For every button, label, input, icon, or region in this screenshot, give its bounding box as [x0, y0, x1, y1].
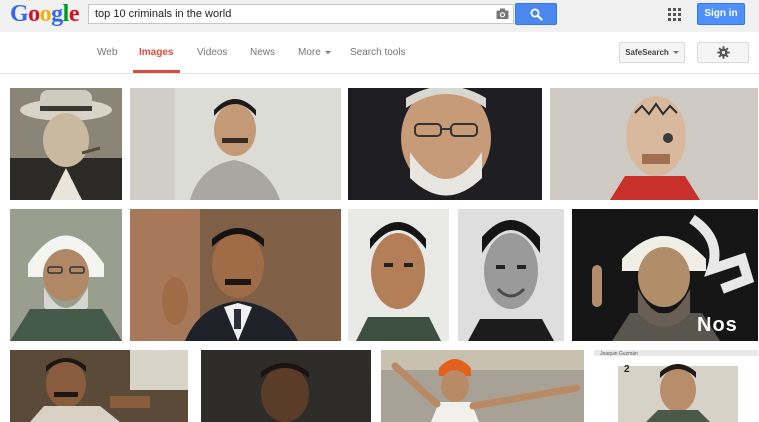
tab-web[interactable]: Web: [97, 47, 117, 58]
image-result[interactable]: [381, 350, 584, 422]
camera-icon[interactable]: [496, 8, 509, 20]
logo-letter: g: [51, 1, 63, 27]
image-result[interactable]: [10, 88, 122, 200]
logo-letter: o: [39, 1, 52, 27]
image-result[interactable]: [550, 88, 758, 200]
image-result[interactable]: [10, 209, 122, 341]
logo-letter: o: [28, 1, 40, 27]
safesearch-dropdown[interactable]: SafeSearch: [619, 42, 685, 63]
apps-grid-icon[interactable]: [668, 8, 682, 22]
image-result[interactable]: [348, 88, 542, 200]
image-result[interactable]: [130, 209, 341, 341]
top-bar: Google Sign in: [0, 0, 759, 32]
image-result[interactable]: [348, 209, 449, 341]
image-overlay-text: Nos 1: [697, 314, 738, 336]
chevron-down-icon: [672, 51, 679, 55]
google-logo[interactable]: Google: [10, 1, 80, 27]
image-result[interactable]: [130, 88, 341, 200]
search-icon: [530, 8, 543, 21]
tab-news[interactable]: News: [250, 47, 275, 58]
search-input[interactable]: [95, 6, 485, 22]
safesearch-label: SafeSearch: [625, 48, 669, 57]
settings-button[interactable]: [697, 42, 749, 63]
tab-more[interactable]: More: [298, 47, 331, 58]
image-caption: Joaquin Guzmán: [600, 351, 638, 357]
tab-more-label: More: [298, 47, 321, 58]
image-result[interactable]: [201, 350, 371, 422]
tab-videos[interactable]: Videos: [197, 47, 227, 58]
logo-letter: e: [68, 1, 80, 27]
search-nav-bar: Web Images Videos News More Search tools…: [0, 32, 759, 74]
image-result[interactable]: [458, 209, 564, 341]
chevron-down-icon: [324, 50, 331, 54]
logo-letter: G: [10, 1, 29, 27]
sign-in-button[interactable]: Sign in: [697, 3, 745, 25]
image-result[interactable]: [10, 350, 188, 422]
search-button[interactable]: [515, 3, 557, 25]
image-rank-number: 2: [624, 364, 630, 375]
tab-images[interactable]: Images: [139, 47, 173, 58]
active-tab-indicator: [133, 70, 180, 73]
tab-search-tools[interactable]: Search tools: [350, 47, 406, 58]
image-results-grid: Nos 1 Joaquin Guzmán 2: [0, 74, 759, 422]
gear-icon: [717, 46, 730, 59]
search-box[interactable]: [88, 4, 514, 24]
